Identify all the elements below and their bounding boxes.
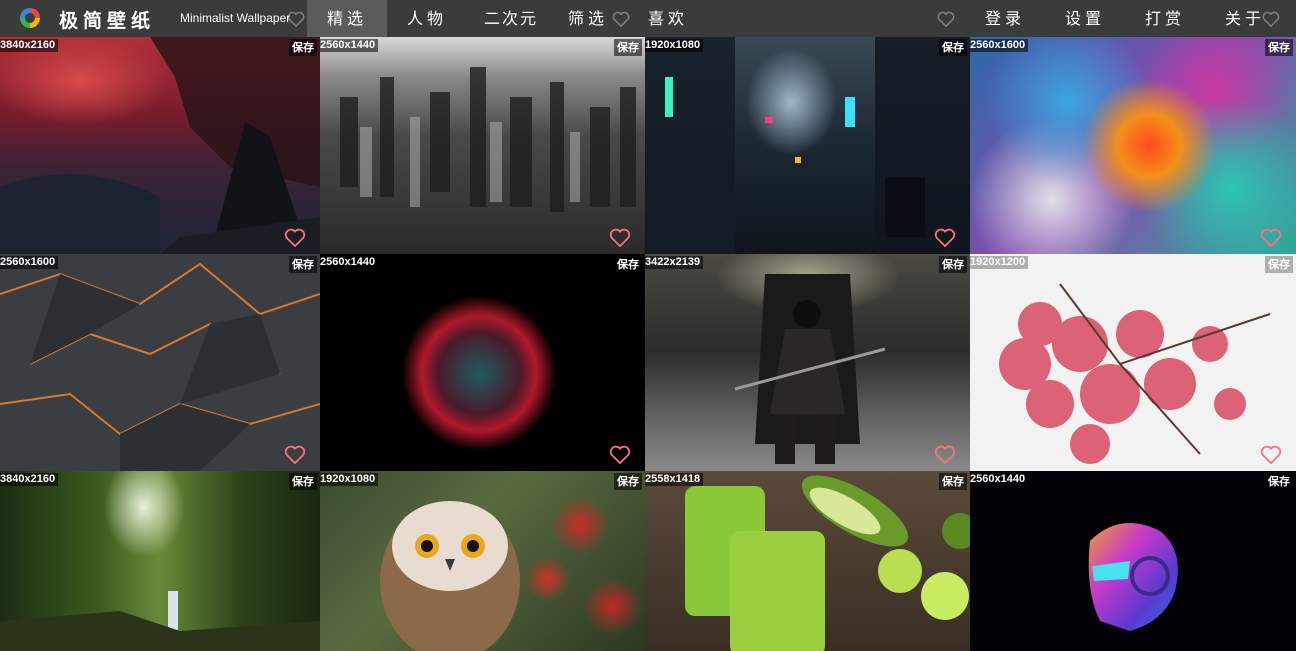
top-nav-bar: 极简壁纸 Minimalist Wallpaper 精选 人物 二次元 筛选 喜… [0, 0, 1296, 37]
save-button[interactable]: 保存 [939, 256, 967, 273]
resolution-label: 2558x1418 [645, 473, 704, 486]
heart-outline-icon[interactable] [934, 445, 956, 464]
tab-people[interactable]: 人物 [392, 0, 462, 37]
save-button[interactable]: 保存 [1265, 473, 1293, 490]
heart-icon [612, 11, 630, 27]
wallpaper-card[interactable]: 1920x1080 保存 [645, 37, 970, 254]
wallpaper-thumbnail[interactable] [970, 37, 1296, 254]
resolution-label: 2560x1600 [970, 39, 1029, 52]
save-button[interactable]: 保存 [289, 256, 317, 273]
save-button[interactable]: 保存 [289, 39, 317, 56]
wallpaper-thumbnail[interactable] [970, 254, 1296, 471]
wallpaper-card[interactable]: 2560x1600 保存 [970, 37, 1296, 254]
resolution-label: 3422x2139 [645, 256, 704, 269]
brand-subtitle: Minimalist Wallpaper [180, 11, 291, 25]
resolution-label: 2560x1440 [320, 256, 379, 269]
save-button[interactable]: 保存 [939, 473, 967, 490]
heart-outline-icon[interactable] [609, 445, 631, 464]
heart-outline-icon[interactable] [609, 228, 631, 247]
resolution-label: 2560x1600 [0, 256, 59, 269]
heart-outline-icon[interactable] [1260, 228, 1282, 247]
heart-outline-icon[interactable] [1260, 445, 1282, 464]
wallpaper-logo-icon[interactable] [19, 7, 41, 29]
settings-link[interactable]: 设置 [1050, 0, 1120, 37]
wallpaper-thumbnail[interactable] [645, 254, 970, 471]
heart-outline-icon[interactable] [934, 228, 956, 247]
wallpaper-thumbnail[interactable] [320, 37, 645, 254]
resolution-label: 2560x1440 [970, 473, 1029, 486]
login-link[interactable]: 登录 [970, 0, 1040, 37]
tab-featured[interactable]: 精选 [307, 0, 387, 37]
heart-outline-icon[interactable] [284, 445, 306, 464]
heart-icon [937, 11, 955, 27]
resolution-label: 1920x1080 [320, 473, 379, 486]
wallpaper-card[interactable]: 1920x1200 保存 [970, 254, 1296, 471]
save-button[interactable]: 保存 [614, 39, 642, 56]
save-button[interactable]: 保存 [614, 473, 642, 490]
resolution-label: 2560x1440 [320, 39, 379, 52]
save-button[interactable]: 保存 [289, 473, 317, 490]
wallpaper-card[interactable]: 2560x1440 保存 [320, 254, 645, 471]
heart-outline-icon[interactable] [284, 228, 306, 247]
resolution-label: 1920x1080 [645, 39, 704, 52]
wallpaper-thumbnail[interactable] [0, 471, 320, 651]
wallpaper-card[interactable]: 2560x1600 保存 [0, 254, 320, 471]
wallpaper-card[interactable]: 3840x2160 保存 [0, 471, 320, 651]
wallpaper-card[interactable]: 1920x1080 保存 [320, 471, 645, 651]
tab-anime[interactable]: 二次元 [476, 0, 546, 37]
resolution-label: 1920x1200 [970, 256, 1029, 269]
wallpaper-thumbnail[interactable] [645, 471, 970, 651]
tip-link[interactable]: 打赏 [1130, 0, 1200, 37]
resolution-label: 3840x2160 [0, 39, 59, 52]
wallpaper-card[interactable]: 2560x1440 保存 [320, 37, 645, 254]
wallpaper-card[interactable]: 2560x1440 保存 [970, 471, 1296, 651]
save-button[interactable]: 保存 [614, 256, 642, 273]
save-button[interactable]: 保存 [939, 39, 967, 56]
save-button[interactable]: 保存 [1265, 39, 1293, 56]
wallpaper-thumbnail[interactable] [645, 37, 970, 254]
save-button[interactable]: 保存 [1265, 256, 1293, 273]
wallpaper-thumbnail[interactable] [0, 37, 320, 254]
wallpaper-thumbnail[interactable] [970, 471, 1296, 651]
wallpaper-thumbnail[interactable] [0, 254, 320, 471]
wallpaper-thumbnail[interactable] [320, 471, 645, 651]
wallpaper-grid: 3840x2160 保存 2560x1440 保存 1920x1080 保存 2… [0, 37, 1296, 651]
tab-favorites[interactable]: 喜欢 [633, 0, 703, 37]
wallpaper-thumbnail[interactable] [320, 254, 645, 471]
resolution-label: 3840x2160 [0, 473, 59, 486]
brand-title: 极简壁纸 [59, 10, 156, 32]
heart-icon [1262, 11, 1280, 27]
wallpaper-card[interactable]: 2558x1418 保存 [645, 471, 970, 651]
wallpaper-card[interactable]: 3422x2139 保存 [645, 254, 970, 471]
heart-icon [287, 11, 305, 27]
wallpaper-card[interactable]: 3840x2160 保存 [0, 37, 320, 254]
